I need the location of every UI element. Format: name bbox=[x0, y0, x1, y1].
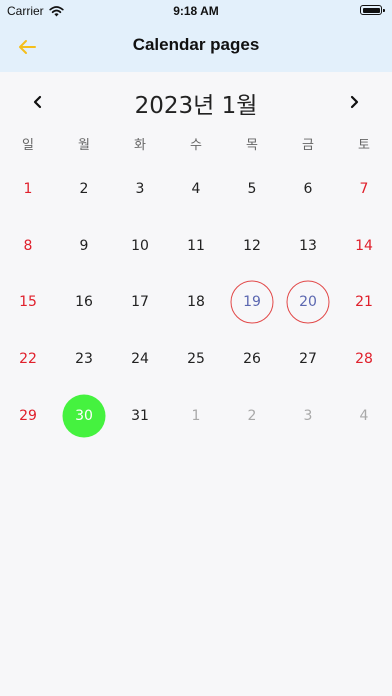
day-number: 14 bbox=[355, 237, 373, 254]
day-number: 17 bbox=[131, 294, 149, 311]
calendar-day[interactable]: 22 bbox=[0, 331, 56, 388]
weekday-fri: 금 bbox=[302, 138, 314, 153]
calendar-day-outside-month[interactable]: 3 bbox=[280, 387, 336, 444]
calendar-day-outside-month[interactable]: 4 bbox=[336, 387, 392, 444]
day-number: 7 bbox=[359, 181, 369, 198]
day-number: 25 bbox=[187, 351, 205, 368]
next-month-button[interactable] bbox=[340, 88, 368, 116]
calendar-week-row: 22 23 24 25 26 27 28 bbox=[0, 331, 392, 388]
calendar-day[interactable]: 23 bbox=[56, 331, 112, 388]
day-number: 2 bbox=[247, 407, 257, 424]
day-number: 3 bbox=[135, 181, 145, 198]
calendar-day[interactable]: 18 bbox=[168, 274, 224, 331]
calendar-day[interactable]: 9 bbox=[56, 218, 112, 275]
day-number: 28 bbox=[355, 351, 373, 368]
calendar-day[interactable]: 1 bbox=[0, 161, 56, 218]
day-number: 27 bbox=[299, 351, 317, 368]
calendar-week-row: 15 16 17 18 19 20 21 bbox=[0, 274, 392, 331]
page-title: Calendar pages bbox=[132, 35, 260, 54]
battery-icon bbox=[360, 5, 385, 15]
calendar-day-outside-month[interactable]: 2 bbox=[224, 387, 280, 444]
day-number: 2 bbox=[79, 181, 89, 198]
day-number: 23 bbox=[75, 351, 93, 368]
day-number: 24 bbox=[131, 351, 149, 368]
month-title: 2023년 1월 bbox=[134, 93, 258, 119]
day-number: 26 bbox=[243, 351, 261, 368]
day-number: 4 bbox=[191, 181, 201, 198]
calendar-day[interactable]: 19 bbox=[224, 274, 280, 331]
calendar-day[interactable]: 25 bbox=[168, 331, 224, 388]
day-number: 5 bbox=[247, 181, 257, 198]
calendar-day[interactable]: 28 bbox=[336, 331, 392, 388]
calendar-week-row: 8 9 10 11 12 13 14 bbox=[0, 218, 392, 275]
calendar-grid: 1 2 3 4 5 6 7 8 9 10 11 12 13 14 15 16 17 18 19 20 21 22 23 24 2… bbox=[0, 161, 392, 444]
day-number: 19 bbox=[243, 294, 261, 311]
day-number: 13 bbox=[299, 237, 317, 254]
calendar-day[interactable]: 17 bbox=[112, 274, 168, 331]
calendar-day[interactable]: 30 bbox=[56, 387, 112, 444]
status-time: 9:18 AM bbox=[173, 4, 219, 18]
day-number: 30 bbox=[75, 407, 93, 424]
day-number: 16 bbox=[75, 294, 93, 311]
calendar-day-outside-month[interactable]: 1 bbox=[168, 387, 224, 444]
day-number: 4 bbox=[359, 407, 369, 424]
day-number: 21 bbox=[355, 294, 373, 311]
day-number: 22 bbox=[19, 351, 37, 368]
calendar-day[interactable]: 31 bbox=[112, 387, 168, 444]
day-number: 29 bbox=[19, 407, 37, 424]
weekday-sun: 일 bbox=[22, 138, 34, 153]
calendar-day[interactable]: 10 bbox=[112, 218, 168, 275]
day-number: 1 bbox=[23, 181, 33, 198]
weekday-header-row: 일 월 화 수 목 금 토 bbox=[0, 134, 392, 158]
day-number: 6 bbox=[303, 181, 313, 198]
app-bar: Calendar pages bbox=[0, 22, 392, 72]
calendar-day[interactable]: 27 bbox=[280, 331, 336, 388]
day-number: 15 bbox=[19, 294, 37, 311]
calendar-day[interactable]: 7 bbox=[336, 161, 392, 218]
day-number: 18 bbox=[187, 294, 205, 311]
weekday-tue: 화 bbox=[134, 138, 146, 153]
calendar-day[interactable]: 20 bbox=[280, 274, 336, 331]
calendar-day[interactable]: 16 bbox=[56, 274, 112, 331]
day-number: 3 bbox=[303, 407, 313, 424]
chevron-right-icon bbox=[350, 95, 359, 109]
calendar-day[interactable]: 5 bbox=[224, 161, 280, 218]
day-number: 20 bbox=[299, 294, 317, 311]
month-header: 2023년 1월 bbox=[0, 84, 392, 120]
weekday-wed: 수 bbox=[190, 138, 202, 153]
calendar-day[interactable]: 15 bbox=[0, 274, 56, 331]
day-number: 8 bbox=[23, 237, 33, 254]
calendar-week-row: 1 2 3 4 5 6 7 bbox=[0, 161, 392, 218]
weekday-thu: 목 bbox=[246, 138, 258, 153]
calendar-day[interactable]: 29 bbox=[0, 387, 56, 444]
calendar-day[interactable]: 2 bbox=[56, 161, 112, 218]
calendar-day[interactable]: 6 bbox=[280, 161, 336, 218]
status-bar: Carrier 9:18 AM bbox=[0, 0, 392, 22]
day-number: 12 bbox=[243, 237, 261, 254]
calendar-day[interactable]: 4 bbox=[168, 161, 224, 218]
calendar-week-row: 29 30 31 1 2 3 4 bbox=[0, 387, 392, 444]
calendar-day[interactable]: 24 bbox=[112, 331, 168, 388]
day-number: 10 bbox=[131, 237, 149, 254]
calendar-day[interactable]: 13 bbox=[280, 218, 336, 275]
day-number: 11 bbox=[187, 237, 205, 254]
day-number: 9 bbox=[79, 237, 89, 254]
day-number: 31 bbox=[131, 407, 149, 424]
calendar-day[interactable]: 8 bbox=[0, 218, 56, 275]
calendar-day[interactable]: 14 bbox=[336, 218, 392, 275]
calendar-day[interactable]: 3 bbox=[112, 161, 168, 218]
weekday-mon: 월 bbox=[78, 138, 90, 153]
calendar-day[interactable]: 11 bbox=[168, 218, 224, 275]
weekday-sat: 토 bbox=[358, 138, 370, 153]
calendar-day[interactable]: 21 bbox=[336, 274, 392, 331]
day-number: 1 bbox=[191, 407, 201, 424]
calendar-day[interactable]: 26 bbox=[224, 331, 280, 388]
calendar-day[interactable]: 12 bbox=[224, 218, 280, 275]
